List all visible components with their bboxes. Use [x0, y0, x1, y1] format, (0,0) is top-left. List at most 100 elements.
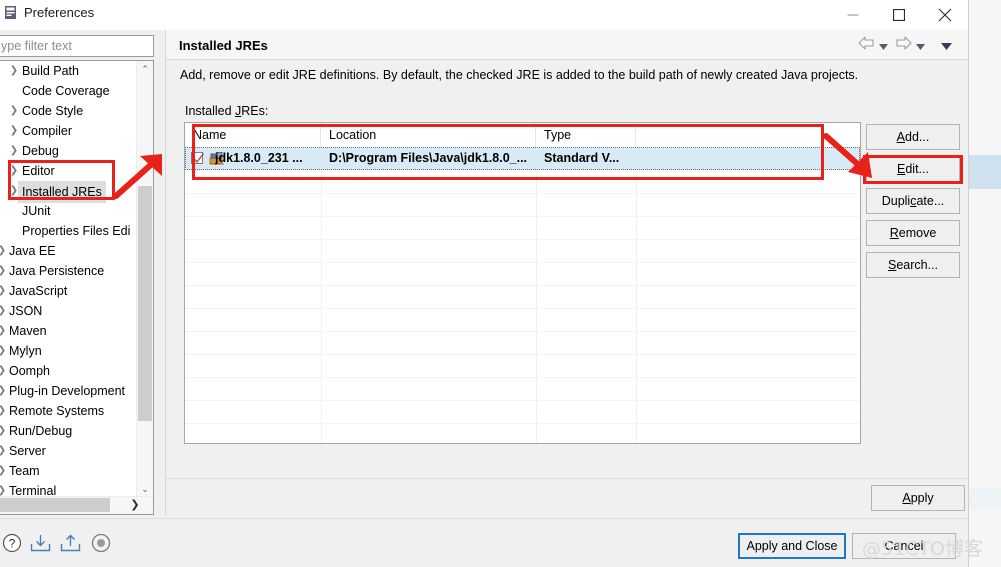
sidebar-item-label: Compiler: [22, 124, 73, 138]
sidebar-item-properties-files-edi[interactable]: Properties Files Edi: [0, 221, 137, 241]
chevron-right-icon[interactable]: ❯: [0, 441, 9, 461]
sidebar-item-oomph[interactable]: ❯Oomph: [0, 361, 137, 381]
chevron-right-icon[interactable]: ❯: [0, 401, 9, 421]
chevron-right-icon[interactable]: ❯: [0, 461, 9, 481]
table-row[interactable]: jdk1.8.0_231 ... D:\Program Files\Java\j…: [185, 147, 860, 170]
sidebar-item-json[interactable]: ❯JSON: [0, 301, 137, 321]
search-input[interactable]: [0, 36, 153, 56]
remove-button[interactable]: Remove: [866, 220, 960, 246]
sidebar-item-editor[interactable]: ❯ Editor: [0, 161, 137, 181]
maximize-button[interactable]: [876, 0, 922, 30]
tree-horizontal-scrollbar[interactable]: ❯: [0, 496, 153, 514]
chevron-right-icon[interactable]: ❯: [0, 281, 9, 301]
chevron-right-icon[interactable]: ❯: [0, 381, 9, 401]
tree-vertical-scrollbar[interactable]: ⌃ ⌄: [136, 61, 153, 498]
sidebar-item-javascript[interactable]: ❯JavaScript: [0, 281, 137, 301]
row-checkbox[interactable]: [191, 152, 204, 164]
sidebar-item-label: Java Persistence: [9, 264, 105, 278]
sidebar-item-debug[interactable]: ❯ Debug: [0, 141, 137, 161]
chevron-right-icon[interactable]: ❯: [7, 121, 21, 141]
view-menu-dropdown-icon[interactable]: [941, 39, 952, 53]
sidebar-item-code-style[interactable]: ❯ Code Style: [0, 101, 137, 121]
sidebar-item-label: Plug-in Development: [9, 384, 126, 398]
sidebar-item-mylyn[interactable]: ❯Mylyn: [0, 341, 137, 361]
import-icon[interactable]: [30, 533, 51, 556]
table-grid-line: [185, 331, 860, 332]
back-dropdown-icon[interactable]: [879, 39, 888, 53]
table-grid-line: [185, 285, 860, 286]
record-preferences-icon[interactable]: [91, 533, 111, 556]
close-button[interactable]: [922, 0, 968, 30]
sidebar-item-label: Remote Systems: [9, 404, 105, 418]
preferences-tree[interactable]: ❯ Build Path Code Coverage ❯ Code Style ❯ Comp…: [0, 61, 137, 501]
sidebar-item-label: Build Path: [22, 64, 79, 78]
sidebar-item-maven[interactable]: ❯Maven: [0, 321, 137, 341]
sidebar-item-label: Maven: [9, 324, 47, 338]
column-header-extra[interactable]: [636, 123, 860, 147]
cell-type: Standard V...: [544, 151, 620, 165]
sidebar-item-remote-systems[interactable]: ❯Remote Systems: [0, 401, 137, 421]
chevron-right-icon[interactable]: ❯: [7, 161, 21, 181]
preferences-tree-panel[interactable]: ❯ Build Path Code Coverage ❯ Code Style ❯ Comp…: [0, 60, 154, 515]
filter-textbox[interactable]: [0, 35, 154, 57]
chevron-right-icon[interactable]: ❯: [0, 341, 9, 361]
export-icon[interactable]: [60, 533, 81, 556]
scroll-up-icon[interactable]: ⌃: [137, 61, 153, 78]
page-navigation-bar: [857, 33, 962, 57]
chevron-right-icon[interactable]: ❯: [0, 321, 9, 341]
chevron-right-icon[interactable]: ❯: [0, 301, 9, 321]
sidebar-item-plug-in-development[interactable]: ❯Plug-in Development: [0, 381, 137, 401]
sidebar-item-junit[interactable]: JUnit: [0, 201, 137, 221]
table-header-row: Name Location Type: [185, 123, 860, 148]
sidebar-item-label: Properties Files Edi: [22, 224, 131, 238]
back-arrow-icon[interactable]: [857, 35, 876, 54]
chevron-right-icon[interactable]: ❯: [0, 241, 9, 261]
table-grid-line: [185, 262, 860, 263]
forward-dropdown-icon[interactable]: [916, 39, 925, 53]
apply-and-close-button[interactable]: Apply and Close: [738, 533, 846, 559]
sidebar-item-build-path[interactable]: ❯ Build Path: [0, 61, 137, 81]
add-button[interactable]: Add...: [866, 124, 960, 150]
sidebar-item-label: Run/Debug: [9, 424, 73, 438]
scroll-right-icon[interactable]: ❯: [127, 497, 143, 514]
sidebar-item-compiler[interactable]: ❯ Compiler: [0, 121, 137, 141]
table-grid-line: [185, 423, 860, 424]
installed-jres-table[interactable]: Name Location Type jdk1.8.0_231 ... D:\P…: [184, 122, 861, 444]
sidebar-item-label: JSON: [9, 304, 43, 318]
apply-button[interactable]: Apply: [871, 485, 965, 511]
sidebar-item-label: Debug: [22, 144, 59, 158]
minimize-button[interactable]: [830, 0, 876, 30]
sidebar-item-installed-jres[interactable]: ❯ Installed JREs: [0, 181, 137, 203]
chevron-right-icon[interactable]: ❯: [7, 141, 21, 161]
sidebar-item-code-coverage[interactable]: Code Coverage: [0, 81, 137, 101]
sidebar-item-run-debug[interactable]: ❯Run/Debug: [0, 421, 137, 441]
sidebar-item-java-persistence[interactable]: ❯Java Persistence: [0, 261, 137, 281]
duplicate-button[interactable]: Duplicate...: [866, 188, 960, 214]
title-bar: Preferences: [0, 0, 968, 30]
cancel-button[interactable]: Cancel: [852, 533, 956, 559]
sidebar-item-java-ee[interactable]: ❯Java EE: [0, 241, 137, 261]
tree-vscroll-thumb[interactable]: [138, 186, 152, 421]
sidebar-item-team[interactable]: ❯Team: [0, 461, 137, 481]
edit-button[interactable]: Edit...: [866, 156, 960, 182]
table-body[interactable]: jdk1.8.0_231 ... D:\Program Files\Java\j…: [185, 147, 860, 443]
installed-jres-label-post: REs:: [241, 104, 269, 118]
installed-jres-label-pre: Installed: [185, 104, 236, 118]
search-button[interactable]: Search...: [866, 252, 960, 278]
chevron-right-icon[interactable]: ❯: [7, 61, 21, 81]
table-grid-line: [185, 216, 860, 217]
chevron-right-icon[interactable]: ❯: [0, 261, 9, 281]
column-header-location[interactable]: Location: [321, 123, 536, 147]
chevron-right-icon[interactable]: ❯: [7, 101, 21, 121]
sidebar-item-server[interactable]: ❯Server: [0, 441, 137, 461]
page-title: Installed JREs: [179, 38, 268, 53]
help-icon[interactable]: ?: [2, 533, 22, 556]
forward-arrow-icon[interactable]: [894, 35, 913, 54]
chevron-right-icon[interactable]: ❯: [0, 361, 9, 381]
column-header-type[interactable]: Type: [536, 123, 636, 147]
table-grid-line: [185, 354, 860, 355]
chevron-right-icon[interactable]: ❯: [0, 421, 9, 441]
tree-hscroll-thumb[interactable]: [0, 498, 110, 512]
column-header-name[interactable]: Name: [185, 123, 321, 147]
table-grid-line: [185, 377, 860, 378]
